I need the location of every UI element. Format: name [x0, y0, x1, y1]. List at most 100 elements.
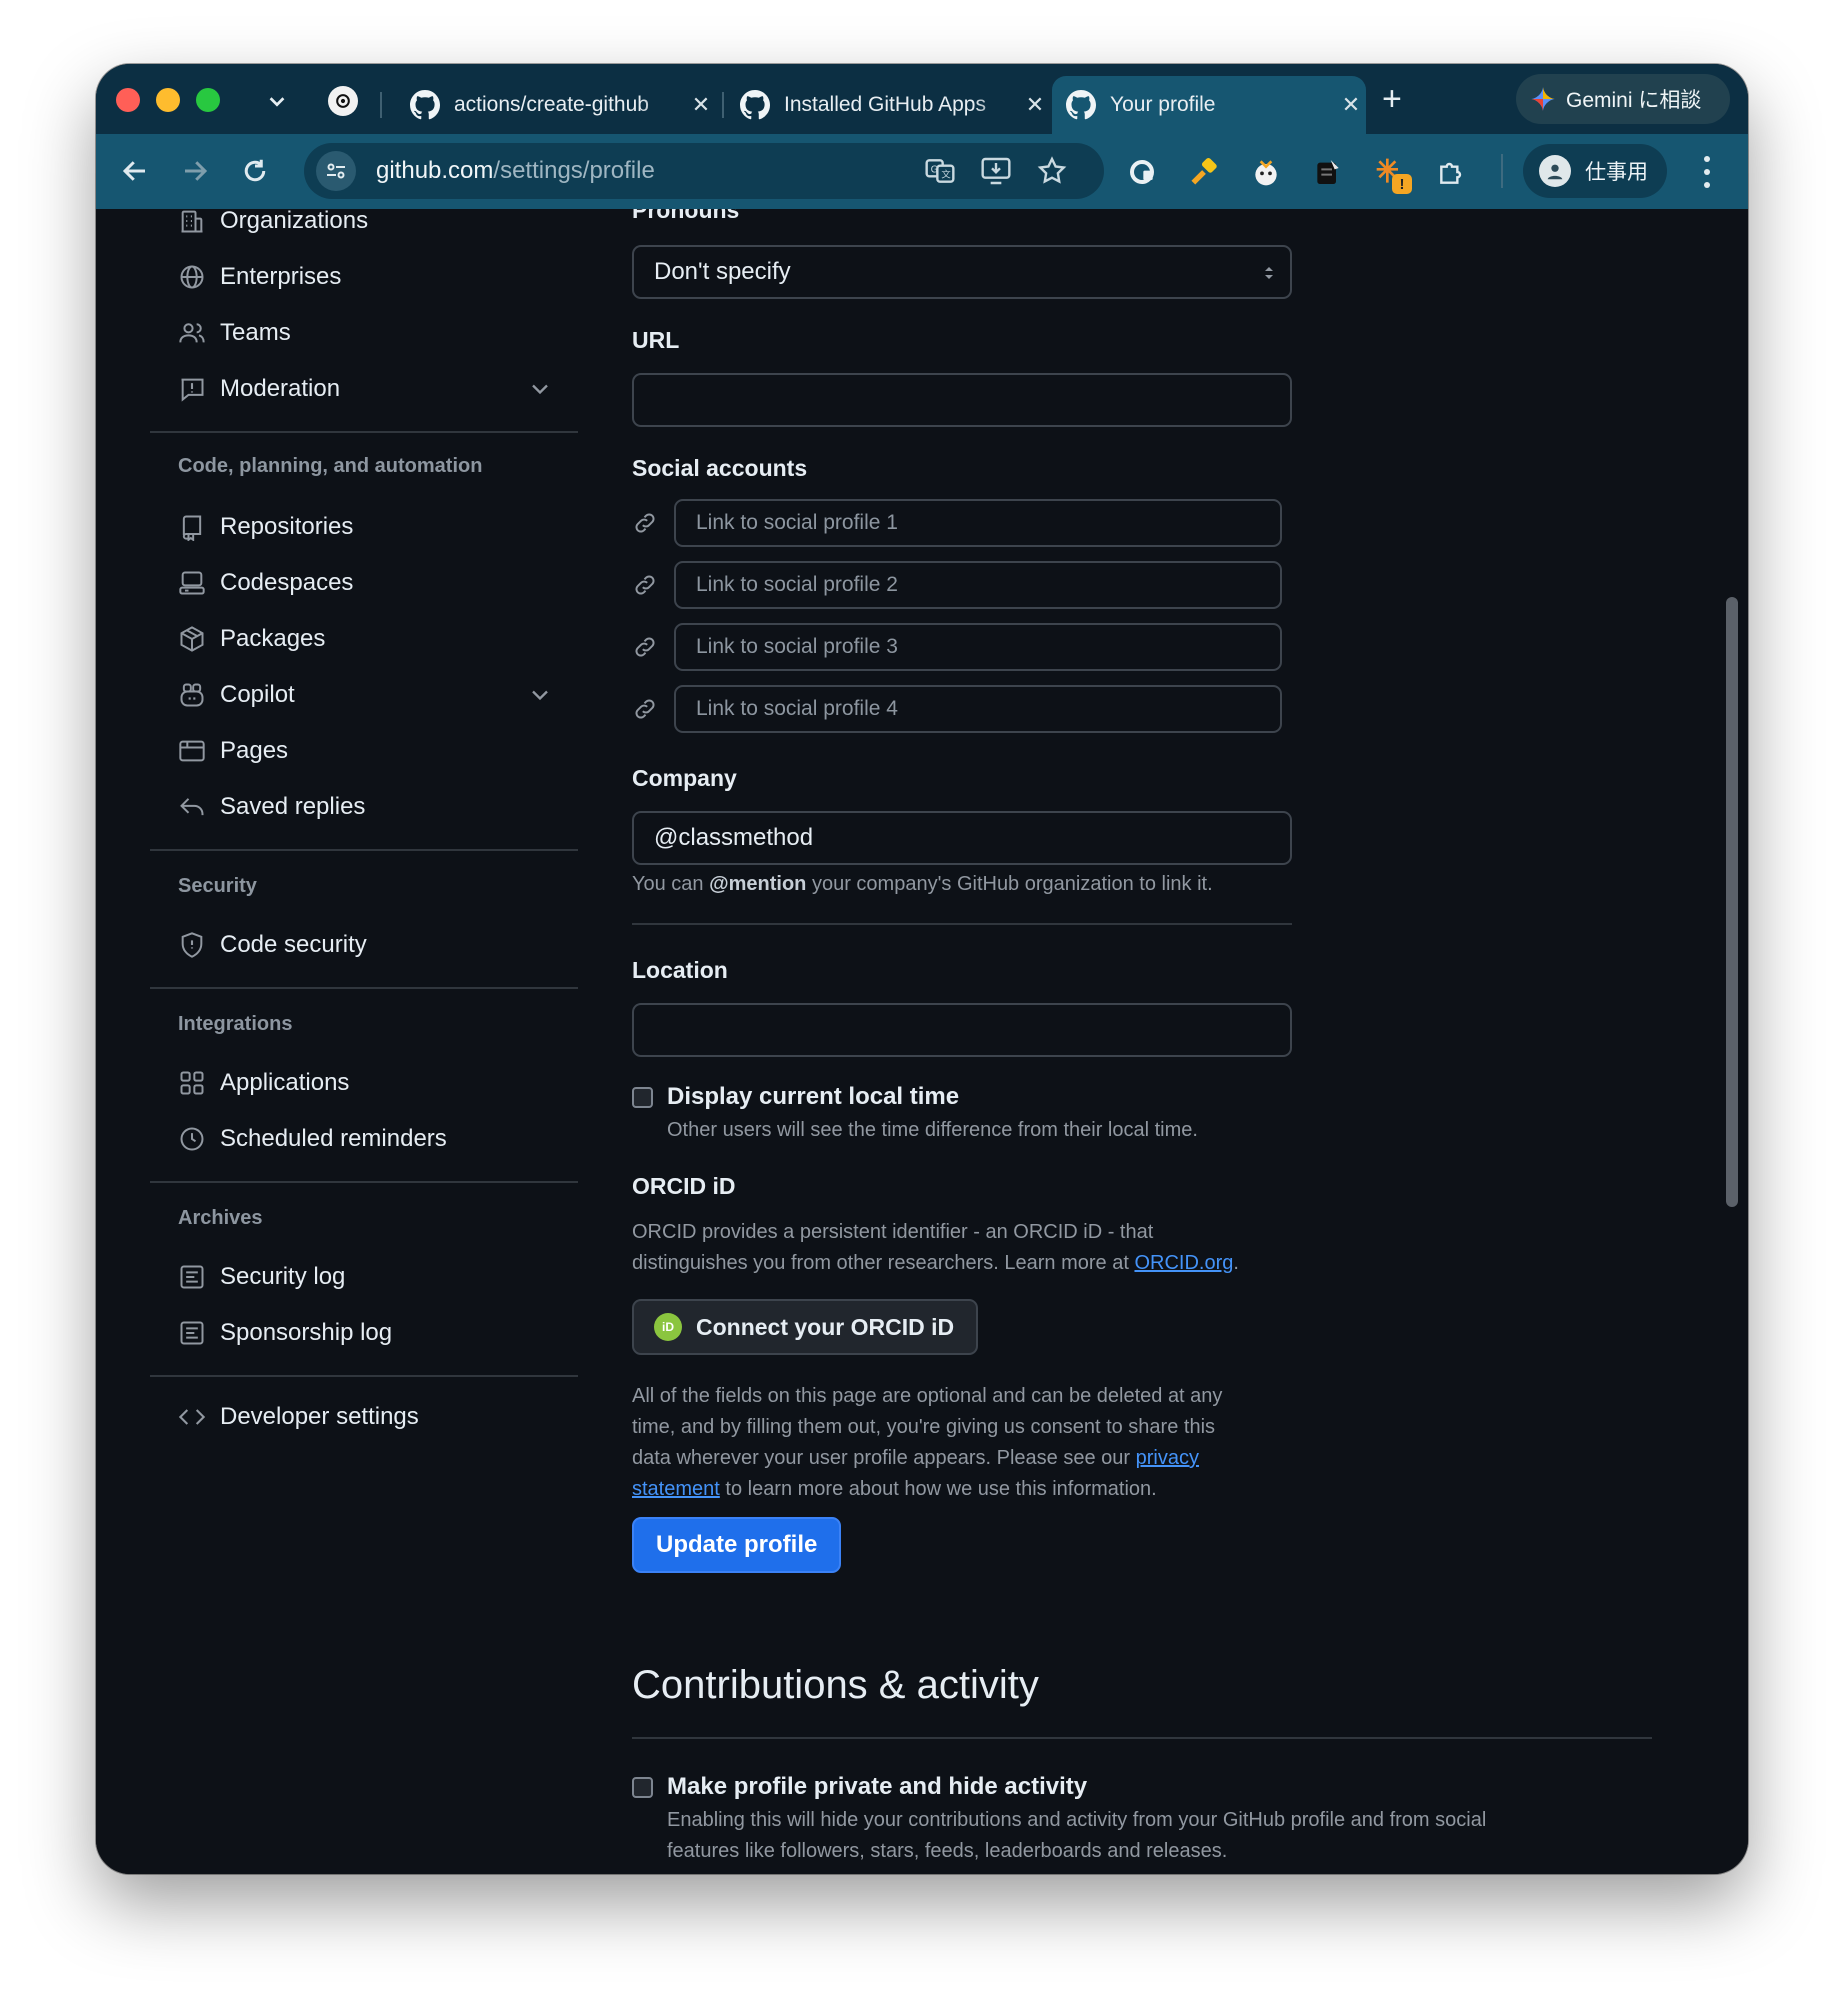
- pinned-tab-chatgpt-icon[interactable]: [328, 86, 358, 116]
- sidebar-item-teams[interactable]: Teams: [178, 313, 568, 353]
- sidebar-item-packages[interactable]: Packages: [178, 619, 568, 659]
- sidebar-item-enterprises[interactable]: Enterprises: [178, 257, 568, 297]
- svg-text:文: 文: [941, 169, 950, 181]
- connect-orcid-label: Connect your ORCID iD: [696, 1313, 955, 1340]
- sidebar-item-label: Code security: [220, 931, 367, 958]
- password-manager-extension-icon[interactable]: [1126, 156, 1158, 188]
- connect-orcid-button[interactable]: iD Connect your ORCID iD: [632, 1299, 979, 1355]
- privacy-link[interactable]: privacy: [1136, 1447, 1199, 1469]
- tab-actions[interactable]: actions/create-github ✕: [396, 76, 716, 134]
- sidebar-item-repositories[interactable]: Repositories: [178, 507, 568, 547]
- sidebar-item-copilot[interactable]: Copilot: [178, 675, 568, 715]
- report-icon: [181, 378, 204, 402]
- location-input[interactable]: [632, 1003, 1292, 1057]
- sidebar-item-developer-settings[interactable]: Developer settings: [178, 1397, 568, 1437]
- code-icon: [178, 1409, 206, 1425]
- close-tab-icon[interactable]: ✕: [686, 92, 716, 118]
- install-app-icon[interactable]: [980, 155, 1012, 192]
- site-settings-icon[interactable]: [316, 151, 356, 191]
- social-accounts-label: Social accounts: [632, 455, 808, 481]
- shield-icon: [181, 932, 203, 958]
- update-profile-button[interactable]: Update profile: [632, 1517, 842, 1573]
- reload-icon[interactable]: [240, 156, 270, 190]
- local-time-checkbox[interactable]: [632, 1087, 653, 1108]
- private-desc-line1: Enabling this will hide your contributio…: [667, 1809, 1487, 1831]
- address-bar[interactable]: github.com/settings/profile G文: [304, 143, 1104, 199]
- github-icon: [740, 90, 770, 120]
- sidebar-divider: [150, 1181, 578, 1183]
- company-note-prefix: You can: [632, 873, 710, 895]
- sidebar-item-sponsorship-log[interactable]: Sponsorship log: [178, 1313, 568, 1353]
- tab-title: Your profile: [1110, 93, 1216, 116]
- chevron-down-icon[interactable]: [526, 375, 554, 403]
- sidebar-item-saved-replies[interactable]: Saved replies: [178, 787, 568, 827]
- sidebar-item-moderation[interactable]: Moderation: [178, 369, 568, 409]
- social-profile-input[interactable]: Link to social profile 4: [674, 685, 1282, 733]
- sidebar-item-scheduled-reminders[interactable]: Scheduled reminders: [178, 1119, 568, 1159]
- local-time-label: Display current local time: [667, 1083, 960, 1110]
- optional-note-line4: statement to learn more about how we use…: [632, 1474, 1292, 1505]
- tab-search-chevron-icon[interactable]: [266, 90, 288, 117]
- chevron-down-icon[interactable]: [526, 681, 554, 709]
- sidebar-item-organizations[interactable]: Organizations: [178, 209, 568, 241]
- browser-window: actions/create-github ✕ Installed GitHub…: [96, 64, 1748, 1874]
- url-input[interactable]: [632, 373, 1292, 427]
- browser-menu-icon[interactable]: [1702, 156, 1712, 188]
- extensions-puzzle-icon[interactable]: [1436, 156, 1468, 188]
- link-icon: [635, 637, 655, 657]
- social-profile-input[interactable]: Link to social profile 1: [674, 499, 1282, 547]
- orcid-link[interactable]: ORCID.org: [1134, 1252, 1233, 1274]
- url-text[interactable]: github.com/settings/profile: [376, 157, 655, 185]
- orcid-desc-line1: ORCID provides a persistent identifier -…: [632, 1221, 1154, 1243]
- local-time-option: Display current local time: [632, 1083, 959, 1111]
- forward-icon[interactable]: [180, 156, 210, 190]
- private-profile-checkbox[interactable]: [632, 1777, 653, 1798]
- tab-installed-apps[interactable]: Installed GitHub Apps ✕: [726, 76, 1050, 134]
- sidebar-item-security-log[interactable]: Security log: [178, 1257, 568, 1297]
- sidebar-item-applications[interactable]: Applications: [178, 1063, 568, 1103]
- extension-badge: !: [1392, 174, 1412, 194]
- sidebar-section-heading: Security: [178, 875, 257, 897]
- optional-note-line4-suffix: to learn more about how we use this info…: [719, 1478, 1157, 1500]
- page-content: Organizations Enterprises Teams Moderati…: [96, 209, 1748, 1874]
- mascot-extension-icon[interactable]: [1250, 156, 1282, 188]
- maximize-window-button[interactable]: [196, 88, 220, 112]
- social-profile-input[interactable]: Link to social profile 3: [674, 623, 1282, 671]
- orcid-logo-icon: iD: [654, 1313, 682, 1341]
- statement-link[interactable]: statement: [632, 1478, 720, 1500]
- globe-icon: [180, 265, 204, 289]
- key-extension-icon[interactable]: [1188, 156, 1220, 188]
- back-icon[interactable]: [120, 156, 150, 190]
- organization-icon: [181, 210, 203, 233]
- sidebar-divider: [150, 1375, 578, 1377]
- orcid-desc-line2: distinguishes you from other researchers…: [632, 1248, 1239, 1279]
- sidebar-item-label: Saved replies: [220, 793, 366, 820]
- social-profile-input[interactable]: Link to social profile 2: [674, 561, 1282, 609]
- tab-your-profile[interactable]: Your profile ✕: [1052, 76, 1366, 134]
- social-account-row: Link to social profile 4: [632, 685, 1282, 733]
- close-tab-icon[interactable]: ✕: [1336, 92, 1366, 118]
- log-icon: [180, 1265, 204, 1289]
- minimize-window-button[interactable]: [156, 88, 180, 112]
- notes-extension-icon[interactable]: [1312, 156, 1344, 188]
- close-window-button[interactable]: [116, 88, 140, 112]
- sidebar-item-pages[interactable]: Pages: [178, 731, 568, 771]
- codespaces-icon: [179, 571, 205, 595]
- new-tab-button[interactable]: +: [1382, 80, 1402, 119]
- optional-note-line1: All of the fields on this page are optio…: [632, 1385, 1223, 1407]
- gemini-button[interactable]: Gemini に相談: [1516, 74, 1730, 124]
- company-input[interactable]: @classmethod: [632, 811, 1292, 865]
- pronouns-select[interactable]: Don't specify: [632, 245, 1292, 299]
- bookmark-star-icon[interactable]: [1036, 155, 1068, 192]
- sparkle-extension-icon[interactable]: !: [1374, 156, 1412, 194]
- sidebar-item-codespaces[interactable]: Codespaces: [178, 563, 568, 603]
- close-tab-icon[interactable]: ✕: [1020, 92, 1050, 118]
- social-account-row: Link to social profile 3: [632, 623, 1282, 671]
- translate-icon[interactable]: G文: [924, 155, 956, 192]
- scrollbar-thumb[interactable]: [1726, 597, 1738, 1207]
- svg-text:G: G: [931, 164, 938, 175]
- sidebar-item-code-security[interactable]: Code security: [178, 925, 568, 965]
- social-account-row: Link to social profile 1: [632, 499, 1282, 547]
- profile-button[interactable]: 仕事用: [1523, 144, 1667, 198]
- sidebar-item-label: Packages: [220, 625, 326, 652]
